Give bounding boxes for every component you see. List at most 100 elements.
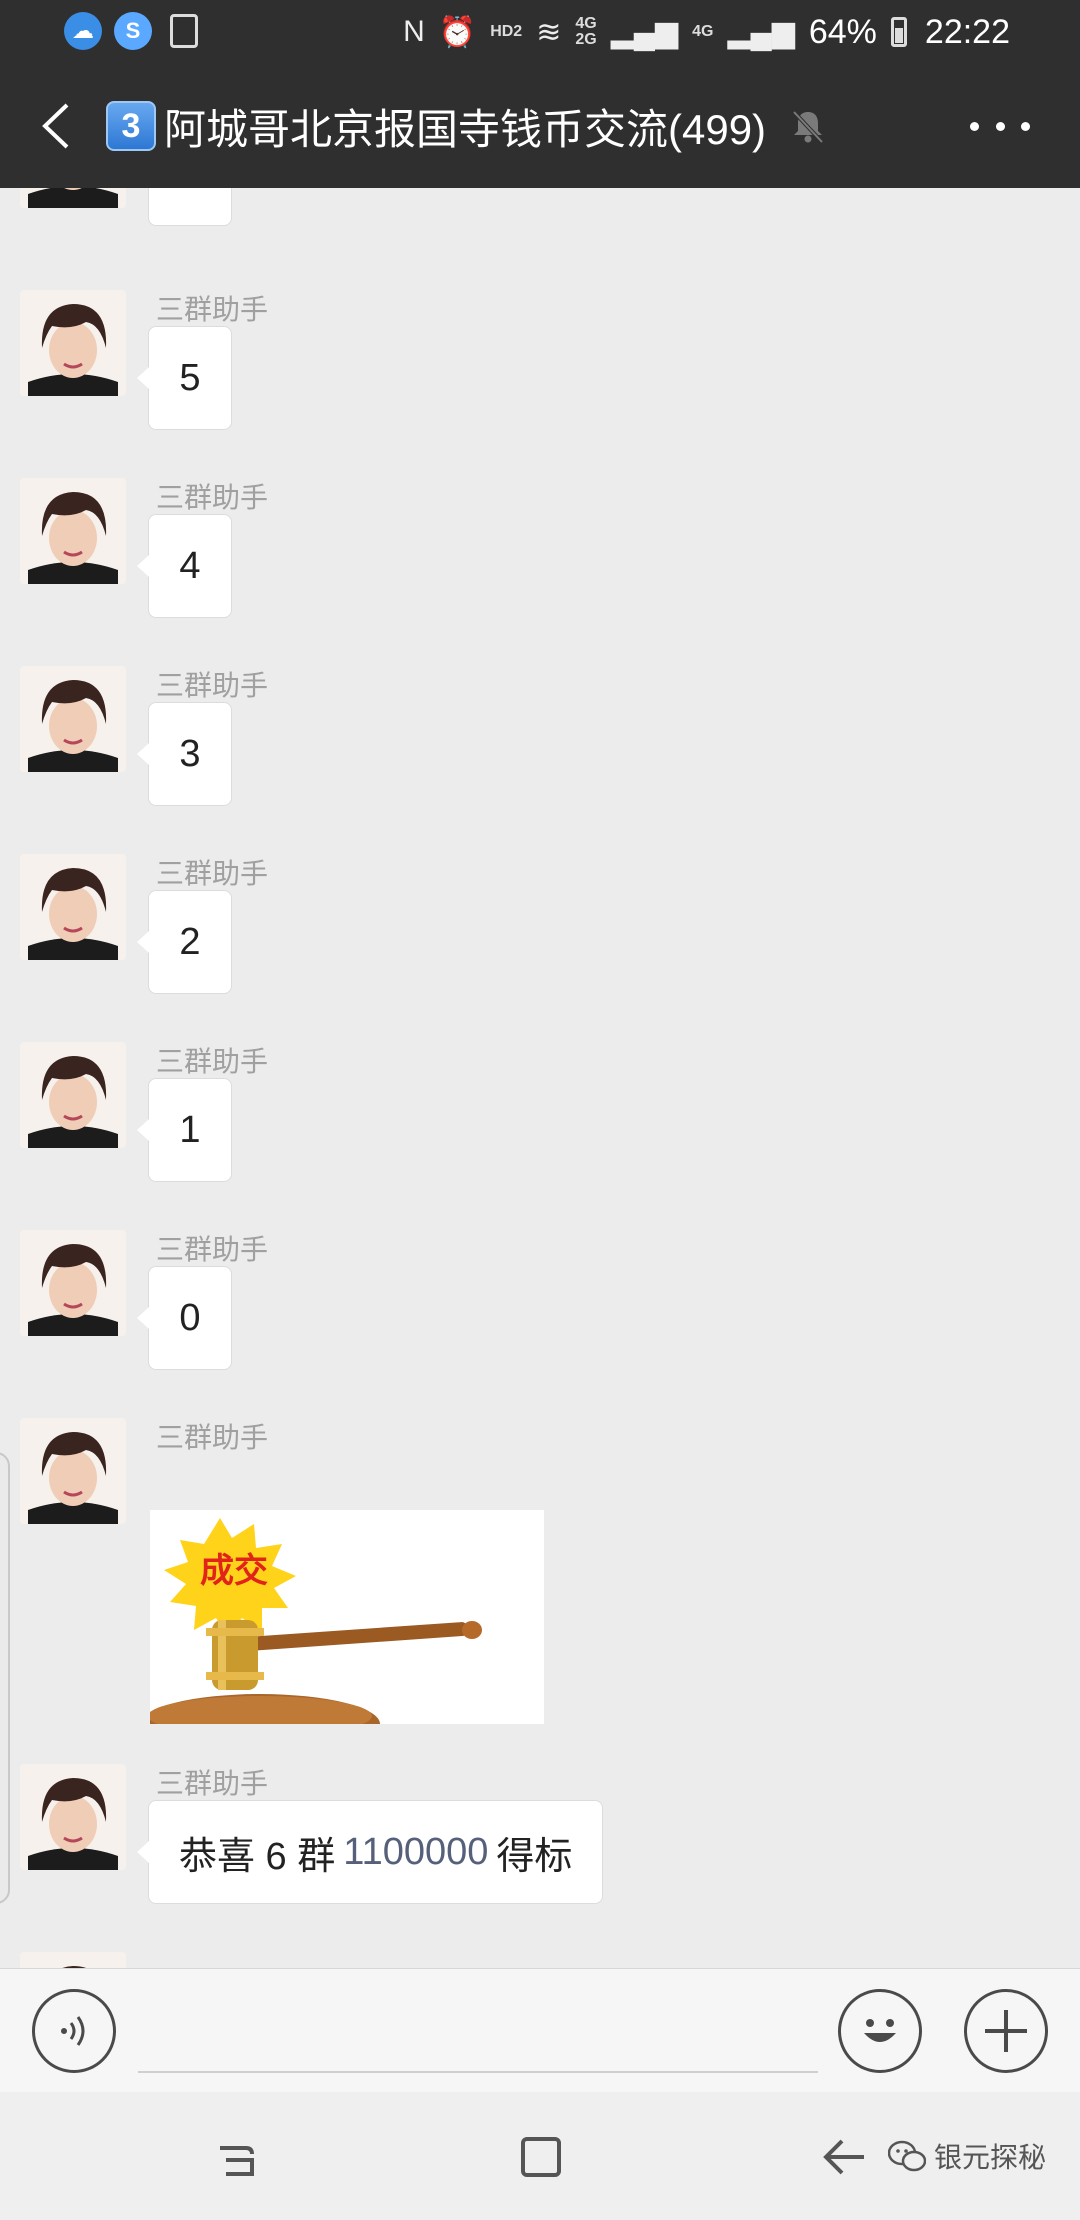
avatar-image (20, 1952, 126, 1968)
avatar[interactable] (20, 1764, 126, 1870)
sender-name: 三群助手 (156, 670, 269, 701)
network-type-2: 4G (692, 23, 714, 40)
more-functions-button[interactable] (964, 1989, 1048, 2073)
recent-apps-button[interactable] (204, 2122, 274, 2192)
avatar[interactable] (20, 854, 126, 960)
message-bubble[interactable]: 4 (137, 514, 232, 618)
sender-name: 三群助手 (156, 294, 269, 325)
avatar-image (20, 1418, 126, 1524)
message-text: 1 (179, 1108, 201, 1151)
avatar-image (20, 666, 126, 772)
avatar[interactable] (20, 1952, 126, 1968)
message-text: 6 (179, 188, 200, 196)
hd-voice-indicator: HD2 (490, 23, 523, 40)
avatar-image (20, 478, 126, 584)
message-bubble[interactable]: 1 (137, 1078, 232, 1182)
voice-input-button[interactable] (32, 1989, 116, 2073)
avatar[interactable] (20, 290, 126, 396)
avatar[interactable] (20, 1230, 126, 1336)
keycap-number-badge: 3 (106, 101, 156, 151)
recent-apps-icon (220, 2146, 254, 2176)
avatar-image (20, 290, 126, 396)
watermark-text: 银元探秘 (934, 2142, 1047, 2173)
message-text: 5 (179, 356, 201, 399)
back-button[interactable] (26, 94, 86, 158)
more-options-button[interactable] (970, 108, 1030, 144)
nfc-icon: N (403, 15, 425, 48)
message-bubble[interactable]: 6 (148, 188, 232, 226)
message-bubble[interactable]: 0 (137, 1266, 232, 1370)
avatar[interactable] (20, 1418, 126, 1524)
sender-name: 三群助手 (156, 1422, 269, 1453)
system-nav-bar: 银元探秘 (0, 2092, 1080, 2220)
sender-name: 三群助手 (156, 1046, 269, 1077)
avatar-image (20, 188, 126, 208)
message-text-amount: 1100000 (343, 1830, 489, 1873)
message-text-field[interactable] (138, 2071, 818, 2073)
sender-name: 三群助手 (156, 858, 269, 889)
message-bubble[interactable]: 5 (137, 326, 232, 430)
more-dots-icon (995, 121, 1005, 131)
message-bubble[interactable]: 3 (137, 702, 232, 806)
image-message[interactable]: 成交 (150, 1510, 544, 1724)
avatar-image (20, 854, 126, 960)
status-bar: ☁ S N ⏰ HD2 ≋ 4G 2G ▂▄▆ 4G ▂▄▆ 64% 22:22 (0, 0, 1080, 64)
bell-off-icon (792, 110, 824, 144)
group-name: 阿城哥北京报国寺钱币交流(499) (164, 105, 767, 153)
emoji-button[interactable] (838, 1989, 922, 2073)
avatar-image (20, 1764, 126, 1870)
arrow-left-icon (823, 2139, 864, 2175)
battery-icon (890, 17, 907, 47)
voice-icon (61, 2016, 85, 2046)
sender-name: 三群助手 (156, 1768, 269, 1799)
status-notification-icons: ☁ S (64, 12, 198, 50)
signal-icon-2: ▂▄▆ (727, 15, 795, 49)
message-text-prefix: 恭喜 6 群 (179, 1835, 336, 1878)
alarm-icon: ⏰ (438, 15, 477, 49)
message-text: 0 (179, 1296, 201, 1339)
auction-gavel-image: 成交 (150, 1510, 544, 1724)
scroll-handle[interactable] (0, 1452, 10, 1904)
emoji-icon (864, 2019, 896, 2042)
wifi-icon: ≋ (536, 15, 562, 49)
more-dots-icon (970, 121, 979, 131)
auction-stamp-text: 成交 (200, 1551, 268, 1591)
avatar-image (20, 1230, 126, 1336)
avatar[interactable] (20, 1042, 126, 1148)
watermark: 银元探秘 (888, 2136, 1046, 2176)
message-bubble[interactable]: 恭喜 6 群 1100000 得标 (136, 1800, 604, 1904)
network-type-1-top: 4G (575, 15, 597, 32)
more-dots-icon (1021, 121, 1030, 131)
plus-icon (985, 2010, 1027, 2052)
swiftkey-icon: S (114, 12, 152, 50)
phone-sync-icon (170, 14, 198, 48)
home-icon (521, 2137, 561, 2177)
battery-percent: 64% (808, 12, 877, 51)
message-bubble[interactable]: 2 (137, 890, 232, 994)
avatar[interactable] (20, 478, 126, 584)
top-header: ☁ S N ⏰ HD2 ≋ 4G 2G ▂▄▆ 4G ▂▄▆ 64% 22:22 (0, 0, 1080, 188)
signal-icon-1: ▂▄▆ (610, 15, 679, 49)
message-input-bar (0, 1968, 1080, 2092)
status-system-icons: N ⏰ HD2 ≋ 4G 2G ▂▄▆ 4G ▂▄▆ 64% 22:22 (403, 8, 1010, 56)
message-text: 3 (179, 732, 201, 775)
message-text: 2 (179, 920, 201, 963)
home-button[interactable] (506, 2122, 576, 2192)
weather-icon: ☁ (64, 12, 102, 50)
sender-name: 三群助手 (156, 482, 269, 513)
wechat-logo-icon (888, 2140, 926, 2172)
chevron-left-icon (42, 103, 69, 149)
chat-title-bar: 3 阿城哥北京报国寺钱币交流(499) (0, 64, 1080, 188)
avatar[interactable] (20, 666, 126, 772)
message-text: 4 (179, 544, 201, 587)
sender-name: 三群助手 (156, 1234, 269, 1265)
avatar-image (20, 1042, 126, 1148)
network-type-1-bottom: 2G (575, 31, 597, 48)
system-back-button[interactable] (810, 2122, 880, 2192)
chat-message-list[interactable]: 6 三群助手 5 三群助手 (0, 188, 1080, 1968)
avatar[interactable] (20, 188, 126, 208)
message-text-suffix: 得标 (496, 1835, 573, 1878)
chat-title: 3 阿城哥北京报国寺钱币交流(499) (106, 94, 828, 158)
clock: 22:22 (924, 12, 1010, 51)
network-type-1: 4G 2G (575, 16, 596, 48)
